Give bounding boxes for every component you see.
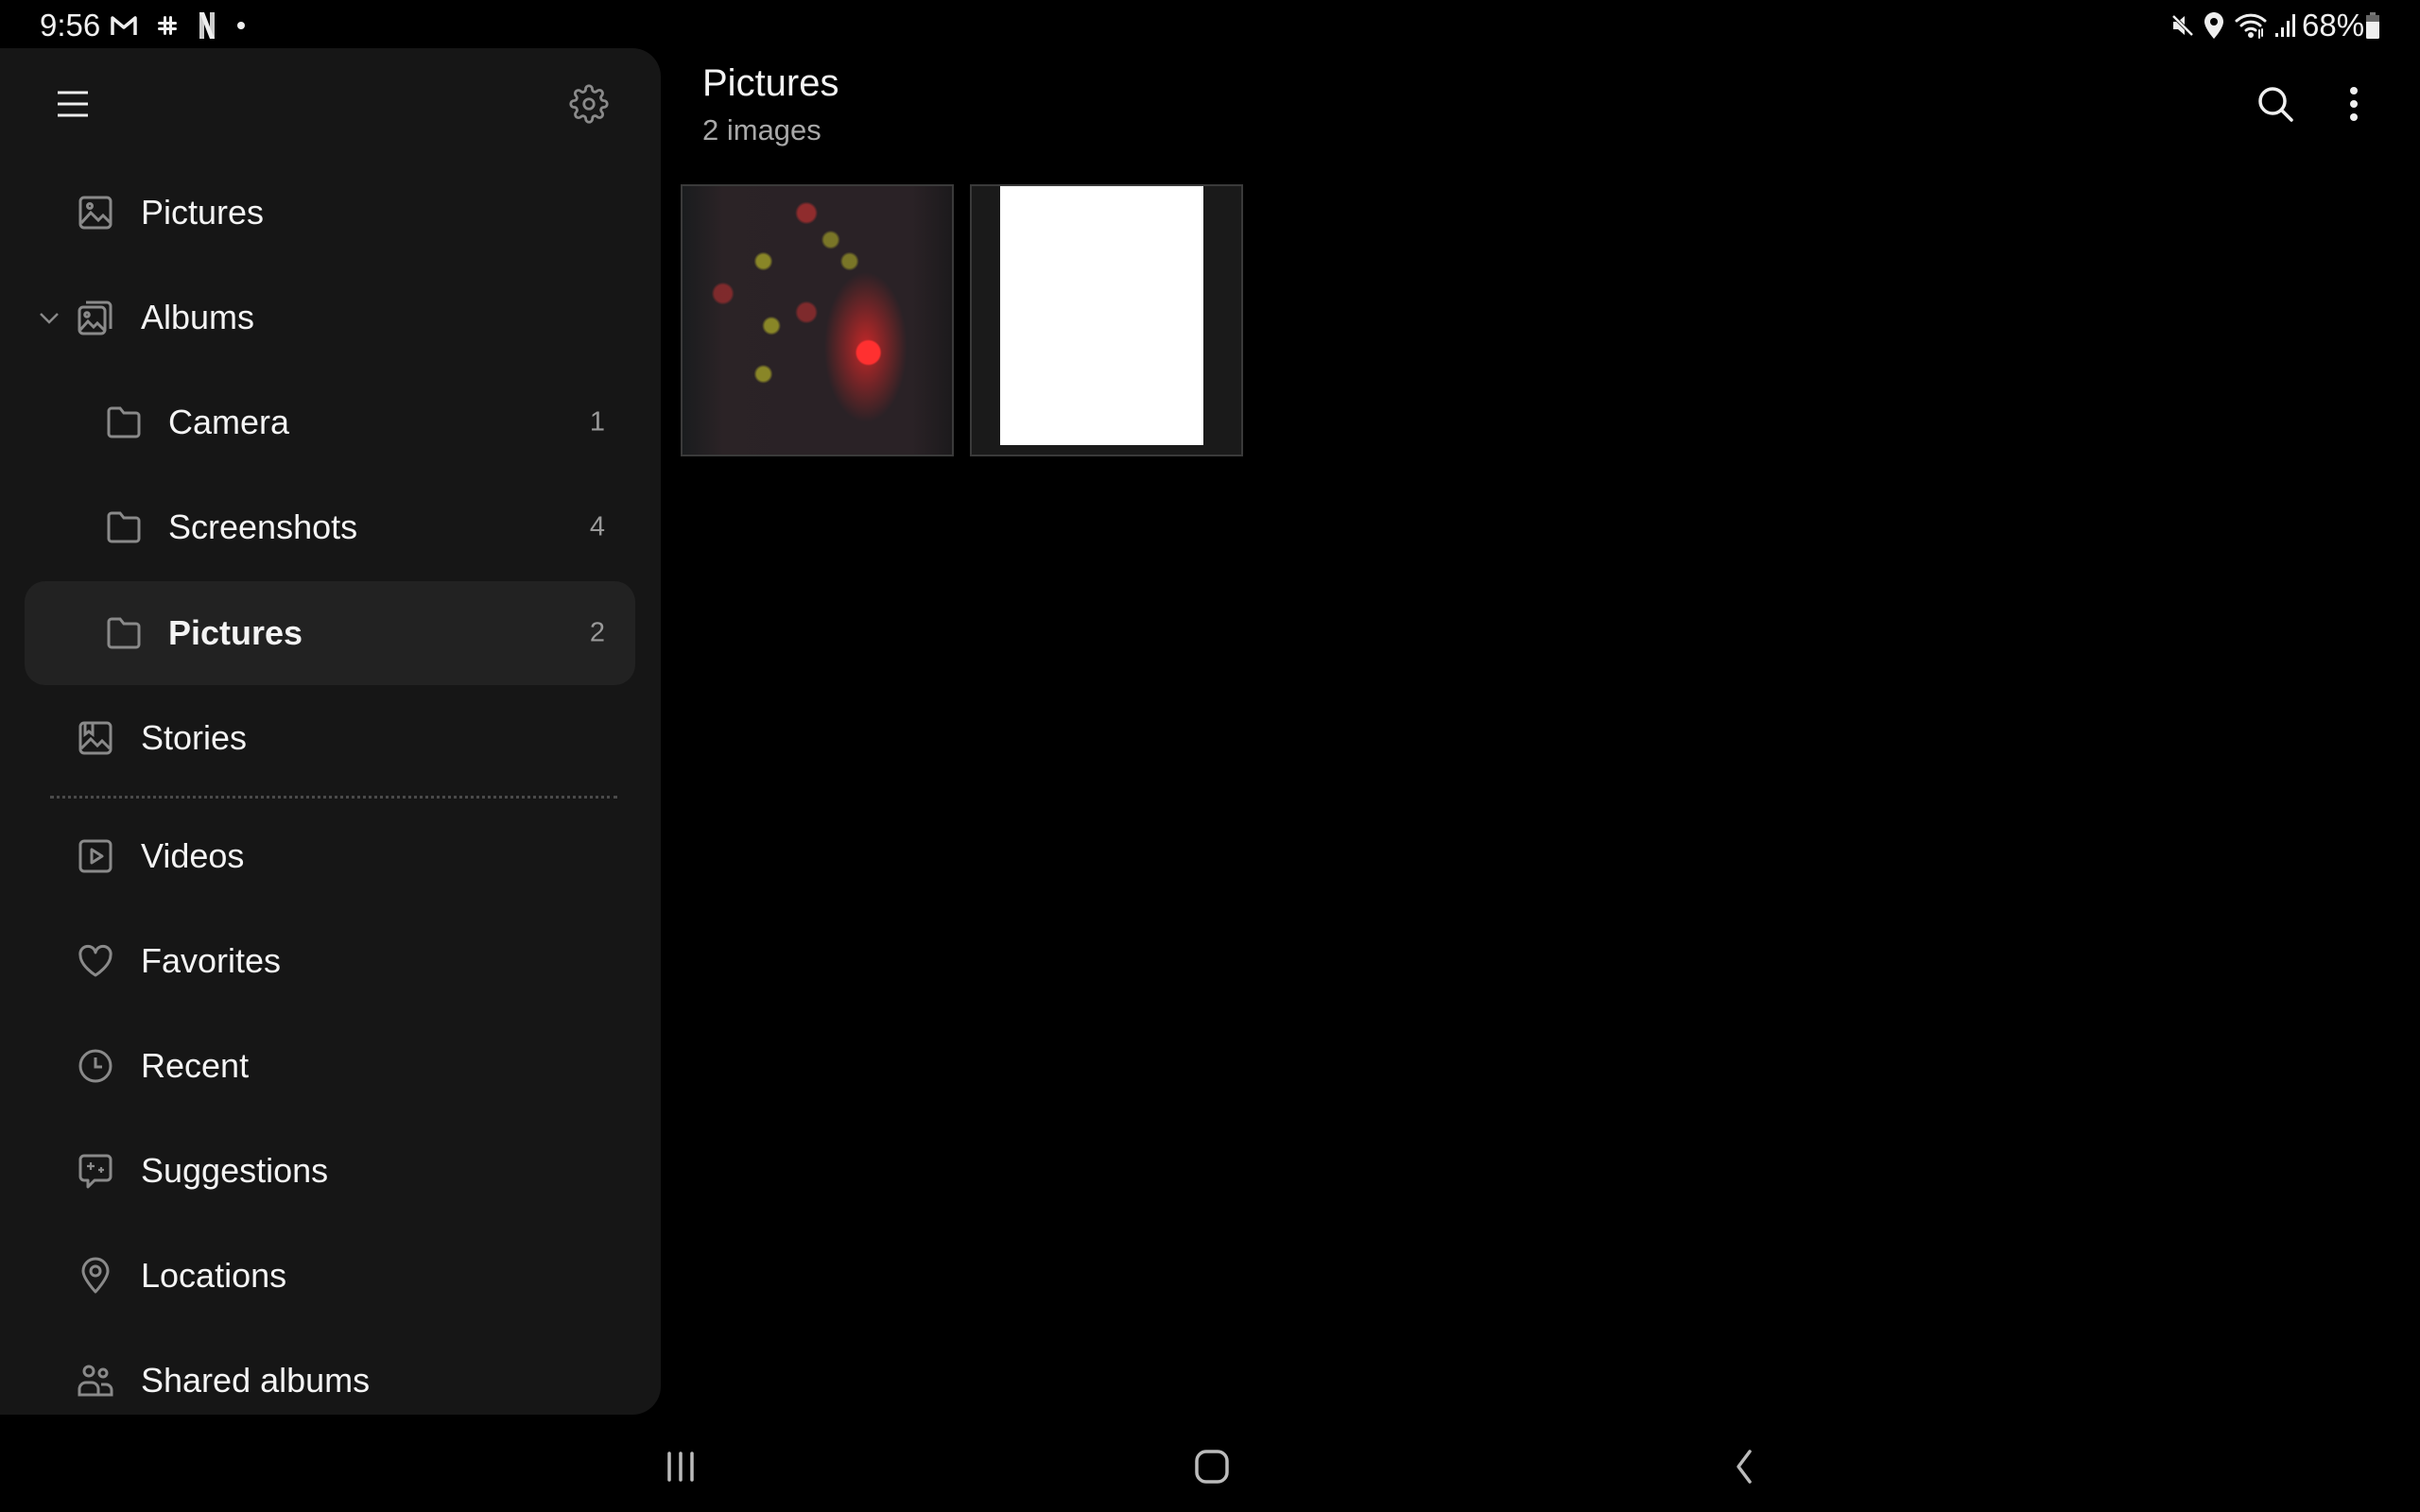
sidebar-item-pictures-album[interactable]: Pictures 2 — [0, 581, 661, 685]
sidebar-item-label: Stories — [141, 718, 248, 757]
location-pin-icon — [77, 1257, 114, 1295]
sidebar-item-camera[interactable]: Camera 1 — [0, 370, 661, 474]
recents-button[interactable] — [652, 1438, 709, 1495]
thumbnail-content — [1000, 186, 1203, 445]
wifi-icon — [2233, 9, 2271, 42]
albums-icon — [77, 299, 114, 336]
item-count: 1 — [589, 406, 605, 438]
sidebar-item-label: Pictures — [141, 193, 265, 232]
more-dot-icon — [234, 9, 248, 42]
image-count: 2 images — [702, 113, 821, 146]
stories-icon — [77, 719, 114, 757]
page-title: Pictures — [702, 62, 839, 104]
thumbnail[interactable] — [681, 184, 954, 456]
search-icon[interactable] — [2251, 79, 2300, 129]
sidebar-item-videos[interactable]: Videos — [0, 804, 661, 908]
sidebar-item-label: Shared albums — [141, 1361, 371, 1400]
gear-icon[interactable] — [564, 79, 614, 129]
suggestions-icon — [77, 1152, 114, 1190]
sidebar-item-suggestions[interactable]: Suggestions — [0, 1119, 661, 1223]
sidebar-divider — [50, 796, 617, 799]
sidebar-item-label: Favorites — [141, 941, 282, 980]
gmail-icon — [108, 9, 140, 42]
sidebar-item-label: Pictures — [168, 613, 303, 652]
status-time: 9:56 — [40, 8, 101, 43]
home-button[interactable] — [1184, 1438, 1240, 1495]
sidebar-item-label: Recent — [141, 1046, 250, 1085]
sidebar-item-shared-albums[interactable]: Shared albums — [0, 1329, 661, 1433]
item-count: 2 — [589, 617, 605, 648]
sidebar-item-label: Albums — [141, 298, 255, 336]
signal-icon — [2273, 9, 2299, 42]
folder-icon — [105, 614, 143, 652]
battery-percent: 68% — [2302, 8, 2365, 43]
clock-icon — [77, 1047, 114, 1085]
slack-icon — [151, 9, 183, 42]
sidebar-item-locations[interactable]: Locations — [0, 1224, 661, 1328]
location-icon — [2199, 9, 2229, 42]
heart-icon — [77, 942, 114, 980]
sidebar-item-screenshots[interactable]: Screenshots 4 — [0, 475, 661, 579]
sidebar-item-label: Screenshots — [168, 507, 358, 546]
sidebar-item-stories[interactable]: Stories — [0, 686, 661, 790]
item-count: 4 — [589, 511, 605, 542]
sidebar-item-label: Videos — [141, 836, 245, 875]
people-icon — [77, 1362, 114, 1400]
back-button[interactable] — [1716, 1438, 1772, 1495]
sidebar-item-label: Locations — [141, 1256, 287, 1295]
mute-icon — [2167, 9, 2199, 42]
sidebar-item-recent[interactable]: Recent — [0, 1014, 661, 1118]
hamburger-icon[interactable] — [49, 82, 96, 126]
sidebar-item-label: Suggestions — [141, 1151, 329, 1190]
chevron-down-icon[interactable] — [38, 306, 60, 329]
sidebar-item-albums[interactable]: Albums — [0, 266, 661, 369]
thumbnail[interactable] — [970, 184, 1243, 456]
folder-icon — [105, 404, 143, 441]
netflix-icon — [196, 9, 218, 42]
folder-icon — [105, 508, 143, 546]
sidebar-item-label: Camera — [168, 403, 290, 441]
more-vert-icon[interactable] — [2329, 79, 2378, 129]
sidebar-item-favorites[interactable]: Favorites — [0, 909, 661, 1013]
video-icon — [77, 837, 114, 875]
battery-icon — [2363, 9, 2382, 42]
sidebar: Pictures Albums Camera 1 Screenshots 4 P… — [0, 48, 661, 1415]
sidebar-item-pictures[interactable]: Pictures — [0, 161, 661, 265]
image-icon — [77, 194, 114, 232]
